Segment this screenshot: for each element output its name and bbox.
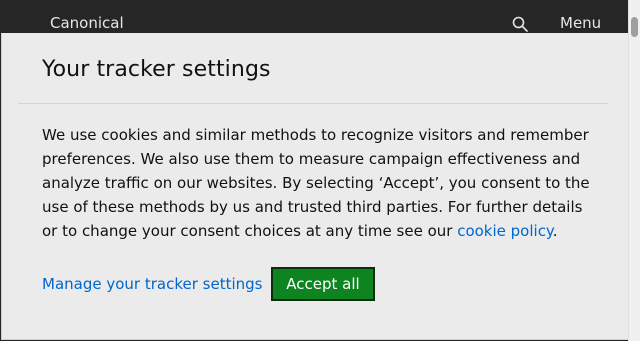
scrollbar-thumb[interactable] [631, 17, 638, 37]
dialog-body-text: We use cookies and similar methods to re… [42, 123, 602, 243]
search-icon[interactable] [512, 16, 528, 32]
accept-all-button[interactable]: Accept all [271, 267, 375, 301]
menu-button[interactable]: Menu [560, 14, 601, 32]
body-end-punctuation: . [552, 222, 558, 240]
top-navigation-bar: Canonical Menu [0, 0, 640, 33]
dialog-title: Your tracker settings [42, 57, 271, 82]
manage-tracker-settings-link[interactable]: Manage your tracker settings [42, 275, 262, 293]
divider [18, 103, 608, 104]
tracker-settings-dialog: Your tracker settings We use cookies and… [1, 33, 628, 340]
scrollbar[interactable] [628, 0, 640, 341]
brand-logo-text[interactable]: Canonical [50, 14, 124, 32]
cookie-policy-link[interactable]: cookie policy [457, 222, 552, 240]
